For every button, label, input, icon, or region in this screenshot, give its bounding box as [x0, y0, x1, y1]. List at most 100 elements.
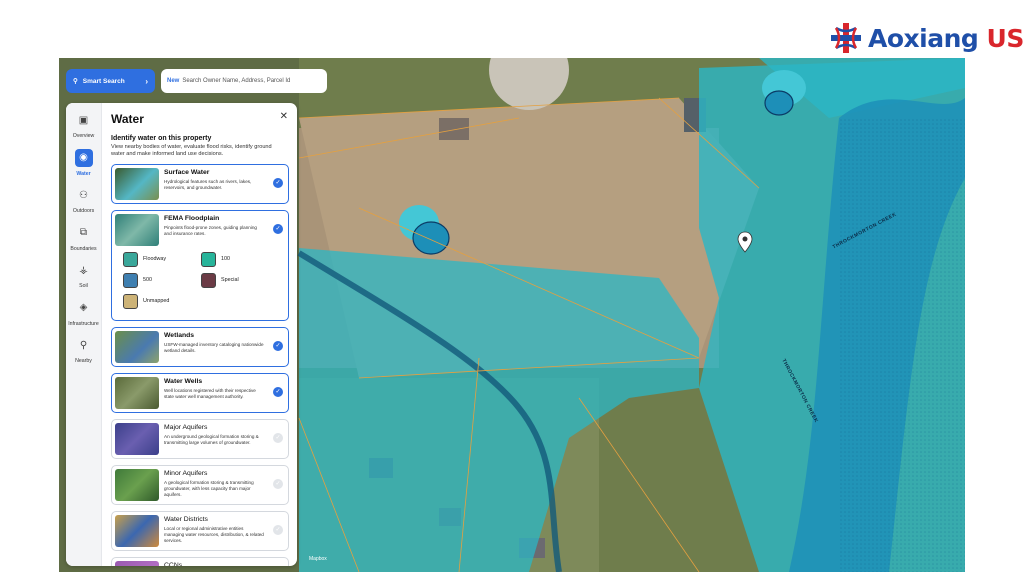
checkmark-icon[interactable]: ✓ — [273, 177, 283, 188]
layer-thumbnail — [115, 376, 159, 409]
checkmark-icon[interactable]: ✓ — [273, 340, 283, 351]
layer-title: Water Wells — [164, 377, 203, 385]
legend-item: Floodway — [123, 251, 201, 267]
location-pin-icon: ⚲ — [79, 339, 88, 351]
checkmark-icon[interactable]: ✓ — [273, 223, 283, 234]
legend-item: 100 — [201, 251, 261, 267]
layer-card-row: Major Aquifers An underground geological … — [115, 422, 285, 455]
rail-item-label: Outdoors — [72, 208, 95, 214]
layer-card-row: Minor Aquifers A geological formation sto… — [115, 468, 285, 501]
search-bar: ⚲ Smart Search › New Search Owner Name, … — [66, 69, 327, 93]
soil-icon: ⚶ — [79, 264, 88, 276]
brand-name-b: US — [986, 23, 1024, 53]
search-icon: ⚲ — [73, 78, 78, 85]
layer-card-row: Surface Water Hydrological features such … — [115, 167, 285, 200]
legend-swatch — [201, 251, 216, 267]
rail-item-nearby[interactable]: ⚲ Nearby — [66, 336, 101, 374]
layer-text: Water Districts Local or regional adminis… — [164, 515, 264, 547]
checkmark-icon[interactable]: ✓ — [273, 478, 283, 489]
rail-item-outdoors[interactable]: ⚇ Outdoors — [66, 186, 101, 224]
checkmark-icon[interactable]: ✓ — [273, 386, 283, 397]
layer-description: Well locations registered with their res… — [164, 387, 256, 399]
layer-text: FEMA Floodplain Pinpoints flood-prone zon… — [164, 214, 264, 246]
boundary-icon: ⧉ — [79, 227, 88, 238]
rail-item-label: Overview — [72, 133, 95, 139]
brand-name-a: Aoxiang — [868, 23, 979, 53]
layer-thumbnail — [115, 213, 159, 246]
brand-wordmark: Aoxiang US — [868, 24, 1024, 53]
chevron-right-icon: › — [145, 76, 148, 86]
layer-title: Minor Aquifers — [164, 469, 208, 477]
panel-heading: Identify water on this property — [111, 135, 212, 142]
legend-label: 100 — [221, 256, 230, 263]
layer-title: Major Aquifers — [164, 423, 208, 431]
smart-search-label: Smart Search — [82, 77, 125, 85]
layer-card-row: CCNs — [115, 560, 285, 566]
search-new-badge: New — [167, 78, 180, 84]
layer-card-row: Water Wells Well locations registered wit… — [115, 376, 285, 409]
rail-item-label: Water — [76, 170, 91, 177]
checkmark-icon[interactable]: ✓ — [273, 524, 283, 535]
picture-icon: ▣ — [78, 114, 89, 126]
layer-text: Major Aquifers An underground geological … — [164, 423, 264, 455]
rail-item-label: Soil — [79, 283, 88, 289]
rail-item-label: Infrastructure — [68, 320, 99, 327]
rail-item-label: Boundaries — [70, 245, 97, 252]
map-attribution: Mapbox — [309, 556, 327, 562]
legend-label: Special — [221, 277, 239, 284]
rail-item-overview[interactable]: ▣ Overview — [66, 111, 101, 149]
panel-title: Water — [111, 112, 144, 126]
rail-item-soil[interactable]: ⚶ Soil — [66, 261, 101, 299]
legend-swatch — [123, 293, 138, 309]
infrastructure-icon: ◈ — [79, 302, 88, 313]
search-input[interactable]: New Search Owner Name, Address, Parcel I… — [161, 69, 327, 93]
rail-item-boundaries[interactable]: ⧉ Boundaries — [66, 224, 101, 262]
checkmark-icon[interactable]: ✓ — [273, 432, 283, 443]
layer-text: Surface Water Hydrological features such … — [164, 168, 264, 200]
layer-description: USFW-managed inventory cataloging nation… — [164, 341, 264, 353]
people-icon: ⚇ — [79, 189, 88, 201]
rail-item-infrastructure[interactable]: ◈ Infrastructure — [66, 299, 101, 337]
location-pin-icon[interactable] — [737, 231, 753, 253]
layer-card-water-wells[interactable]: Water Wells Well locations registered wit… — [111, 372, 289, 413]
legend-swatch — [123, 251, 138, 267]
close-icon[interactable]: ✕ — [280, 111, 288, 122]
smart-search-button[interactable]: ⚲ Smart Search › — [66, 69, 155, 93]
brand-logo: Aoxiang US — [830, 20, 1024, 56]
layer-description: Pinpoints flood-prone zones, guiding pla… — [164, 224, 257, 236]
layer-card-row: Water Districts Local or regional adminis… — [115, 514, 285, 547]
layer-description: Hydrological features such as rivers, la… — [164, 178, 252, 190]
layer-list: Surface Water Hydrological features such … — [111, 163, 289, 566]
layer-card-water-districts[interactable]: Water Districts Local or regional adminis… — [111, 510, 289, 551]
layer-card-major-aquifers[interactable]: Major Aquifers An underground geological … — [111, 418, 289, 459]
layer-card-ccns[interactable]: CCNs✓ — [111, 556, 289, 566]
layer-thumbnail — [115, 560, 159, 566]
rail-item-label: Nearby — [75, 358, 92, 364]
panel-content: Water ✕ Identify water on this property … — [102, 103, 297, 566]
panel-description: View nearby bodies of water, evaluate fl… — [111, 144, 272, 157]
layer-description: A geological formation storing & transmi… — [164, 479, 254, 497]
rail-item-water[interactable]: ◉ Water — [66, 148, 101, 187]
legend-item: Special — [201, 272, 261, 288]
layer-card-surface-water[interactable]: Surface Water Hydrological features such … — [111, 163, 289, 204]
brand-cross-icon — [831, 23, 861, 53]
legend-label: 500 — [143, 277, 152, 284]
floodplain-legend: Floodway 100 500 Special Unmapped — [115, 246, 269, 317]
layer-description: An underground geological formation stor… — [164, 433, 259, 445]
layer-card-minor-aquifers[interactable]: Minor Aquifers A geological formation sto… — [111, 464, 289, 505]
layer-thumbnail — [115, 330, 159, 363]
layer-title: Surface Water — [164, 168, 210, 176]
legend-label: Unmapped — [143, 298, 170, 305]
layer-thumbnail — [115, 422, 159, 455]
layer-card-fema-floodplain[interactable]: FEMA Floodplain Pinpoints flood-prone zon… — [111, 209, 289, 321]
legend-swatch — [123, 272, 138, 288]
legend-swatch — [201, 272, 216, 288]
layer-thumbnail — [115, 167, 159, 200]
layer-title: Wetlands — [164, 331, 195, 339]
layer-text: Wetlands USFW-managed inventory catalogin… — [164, 331, 264, 363]
layer-card-wetlands[interactable]: Wetlands USFW-managed inventory catalogin… — [111, 326, 289, 367]
legend-label: Floodway — [143, 256, 167, 263]
layer-title: Water Districts — [164, 515, 208, 523]
layer-card-row: FEMA Floodplain Pinpoints flood-prone zon… — [115, 213, 285, 246]
layer-title: CCNs — [164, 561, 183, 566]
